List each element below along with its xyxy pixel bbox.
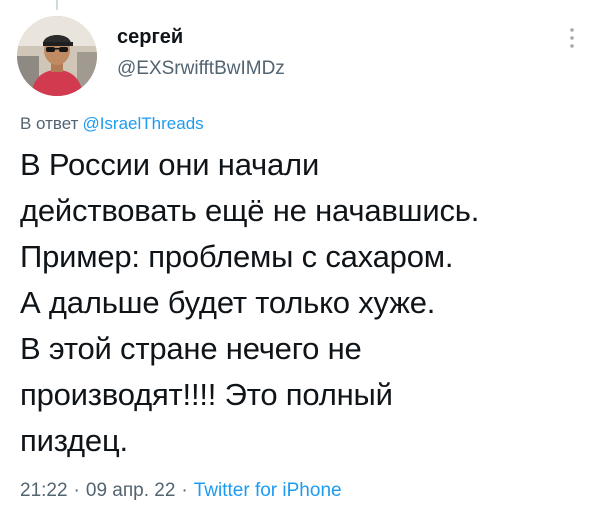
reply-context: В ответ @IsraelThreads xyxy=(20,112,204,136)
tweet-text-line: А дальше будет только хуже. xyxy=(20,285,436,320)
meta-separator: · xyxy=(73,480,80,501)
tweet-meta: 21:22 · 09 апр. 22 · Twitter for iPhone xyxy=(20,478,342,504)
tweet-source-link[interactable]: Twitter for iPhone xyxy=(194,480,342,501)
meta-separator: · xyxy=(181,480,188,501)
tweet-card[interactable]: сергей @EXSrwifftBwIMDz В ответ @IsraelTh… xyxy=(0,0,600,517)
more-vertical-icon xyxy=(570,28,574,48)
tweet-text-line: В России они начали xyxy=(20,147,320,182)
tweet-text-line: производят!!!! Это полный xyxy=(20,377,393,412)
tweet-date[interactable]: 09 апр. 22 xyxy=(86,480,176,501)
user-avatar-photo-icon xyxy=(17,16,97,96)
tweet-text-line: Пример: проблемы с сахаром. xyxy=(20,239,454,274)
tweet-text-line: пиздец. xyxy=(20,423,128,458)
user-handle[interactable]: @EXSrwifftBwIMDz xyxy=(117,57,285,81)
thread-connector-line xyxy=(56,0,58,10)
reply-mention-link[interactable]: @IsraelThreads xyxy=(82,114,203,133)
reply-prefix: В ответ xyxy=(20,114,79,133)
tweet-time[interactable]: 21:22 xyxy=(20,480,68,501)
tweet-header: сергей @EXSrwifftBwIMDz xyxy=(117,25,285,81)
tweet-text-line: действовать ещё не начавшись. xyxy=(20,193,480,228)
display-name[interactable]: сергей xyxy=(117,25,285,49)
tweet-text-line: В этой стране нечего не xyxy=(20,331,362,366)
more-options-button[interactable] xyxy=(560,26,584,50)
tweet-text: В России они начали действовать ещё не н… xyxy=(20,142,590,464)
avatar[interactable] xyxy=(17,16,97,96)
